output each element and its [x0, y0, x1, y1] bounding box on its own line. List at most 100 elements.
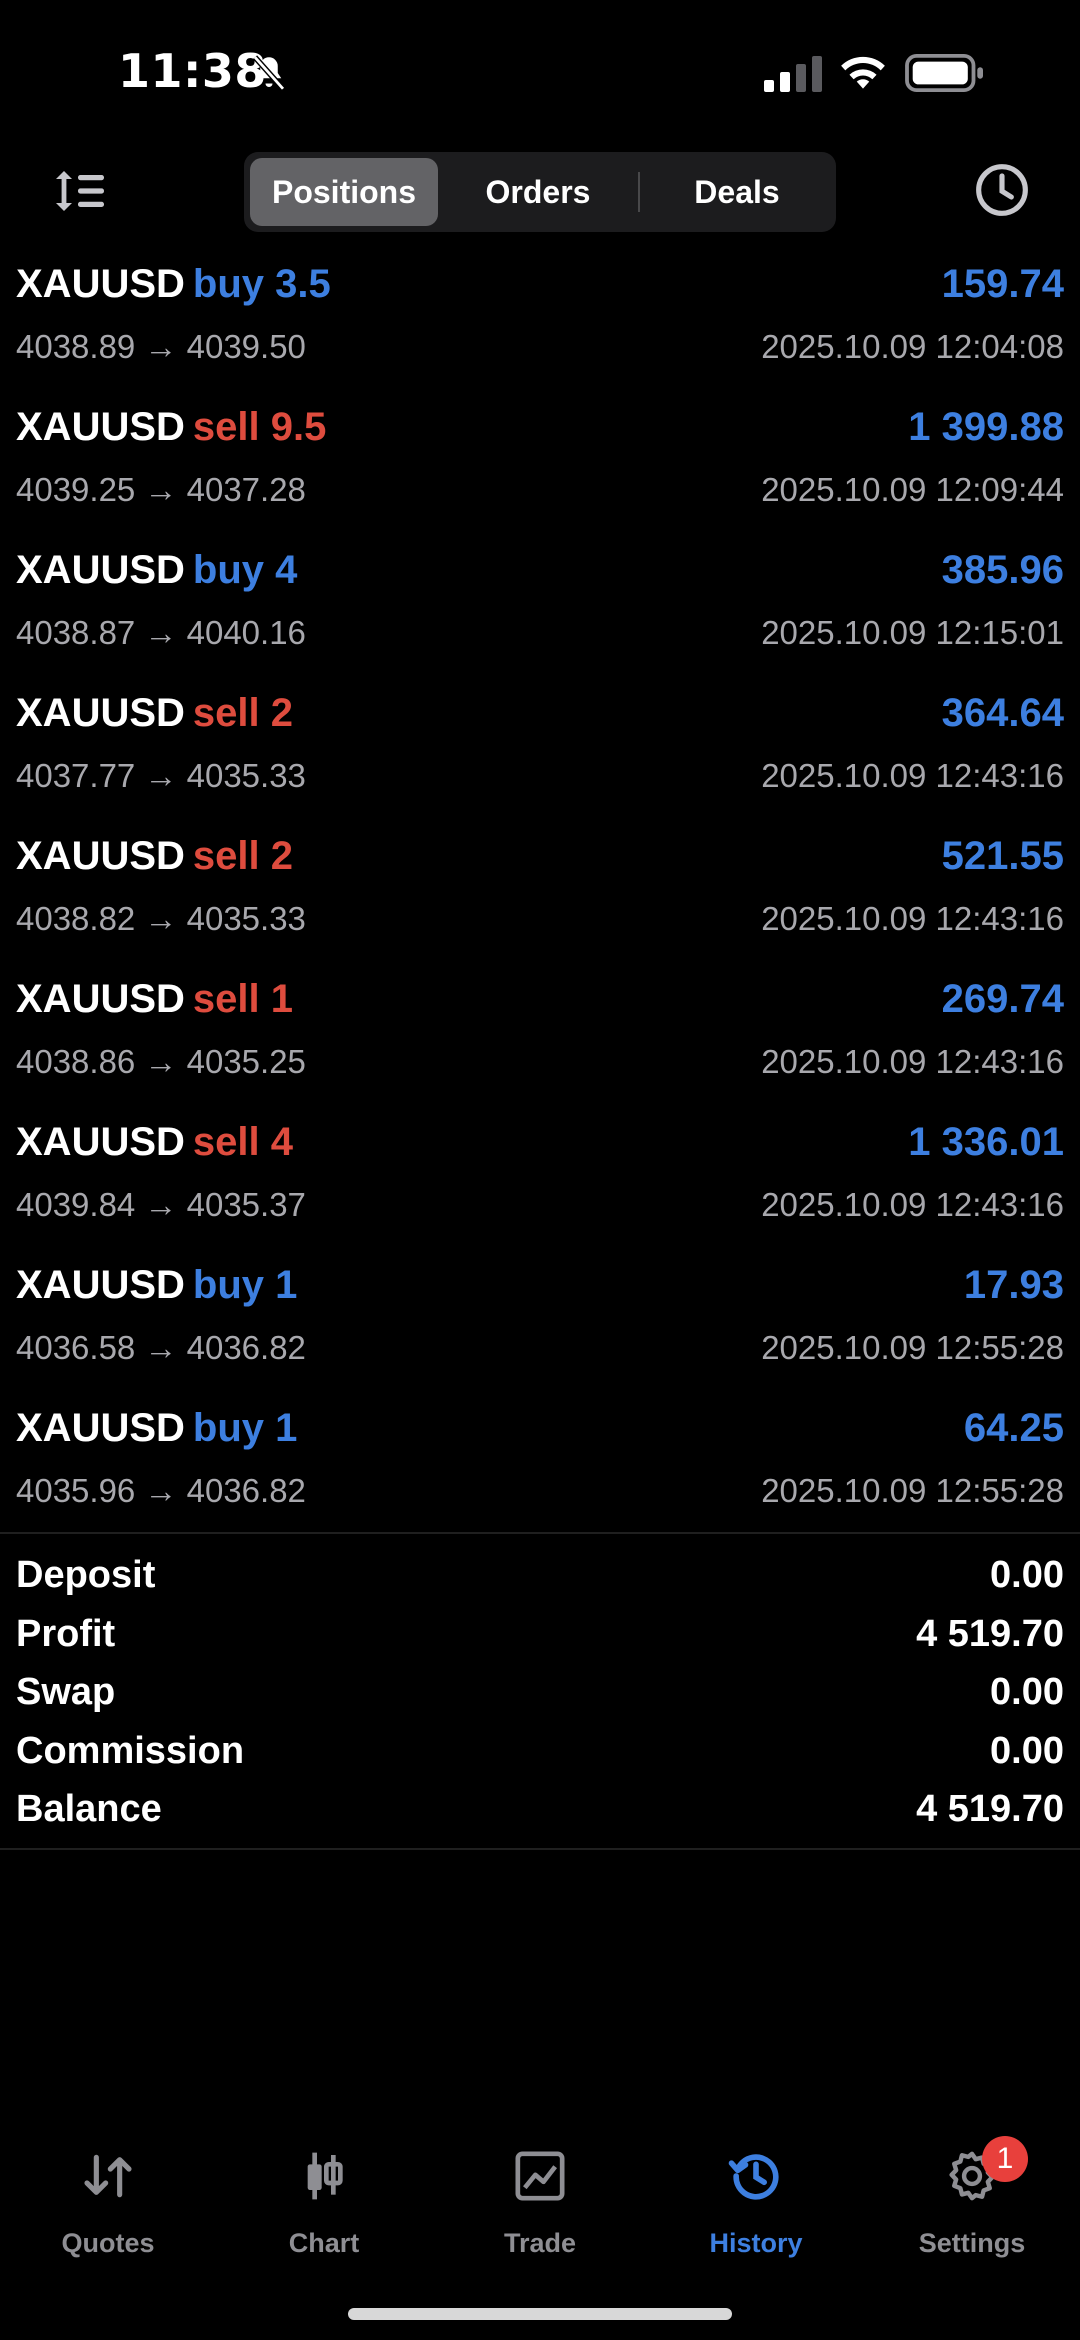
- deal-side: sell 2: [192, 834, 293, 878]
- summary-value: 0.00: [990, 1729, 1064, 1772]
- deal-side: buy 1: [192, 1263, 298, 1307]
- tab-bar: Quotes Chart Trade History 1 Settings: [0, 2136, 1080, 2260]
- segment-divider: [638, 172, 640, 212]
- deal-symbol: XAUUSD: [16, 1120, 185, 1164]
- settings-badge: 1: [982, 2136, 1028, 2182]
- deal-side: sell 4: [192, 1120, 293, 1164]
- deal-profit: 17.93: [963, 1263, 1064, 1307]
- deal-profit: 269.74: [941, 977, 1064, 1021]
- deal-profit: 159.74: [941, 262, 1064, 306]
- summary-row-deposit: Deposit 0.00: [0, 1550, 1080, 1609]
- deal-side: buy 3.5: [192, 262, 331, 306]
- list-item[interactable]: XAUUSD sell 2 364.64 4037.77 → 4035.33 20…: [0, 681, 1080, 824]
- summary-value: 4 519.70: [916, 1788, 1064, 1830]
- tabbar-chart-label: Chart: [288, 2228, 360, 2258]
- deal-prices: 4036.58 → 4036.82: [16, 1329, 306, 1366]
- tabbar-quotes-label: Quotes: [61, 2228, 155, 2258]
- deal-profit: 1 336.01: [908, 1120, 1064, 1164]
- list-item[interactable]: XAUUSD buy 1 64.25 4035.96 → 4036.82 2025…: [0, 1396, 1080, 1539]
- summary-label: Swap: [16, 1671, 116, 1713]
- deal-prices: 4039.84 → 4035.37: [16, 1186, 306, 1223]
- bell-muted-icon: [252, 55, 286, 91]
- list-item[interactable]: XAUUSD sell 2 521.55 4038.82 → 4035.33 20…: [0, 824, 1080, 967]
- deal-list: XAUUSD buy 3.5 159.74 4038.89 → 4039.50 2…: [0, 252, 1080, 1539]
- tabbar-chart[interactable]: Chart: [216, 2140, 432, 2260]
- summary-label: Deposit: [16, 1554, 156, 1596]
- summary-row-balance: Balance 4 519.70: [0, 1784, 1080, 1843]
- summary: Deposit 0.00 Profit 4 519.70 Swap 0.00 C…: [0, 1550, 1080, 1843]
- deal-side: sell 1: [192, 977, 293, 1021]
- quotes-icon: [84, 2154, 132, 2198]
- deal-symbol: XAUUSD: [16, 1263, 185, 1307]
- deal-side: sell 2: [192, 691, 293, 735]
- history-icon: [728, 2154, 779, 2200]
- trade-icon: [515, 2151, 565, 2201]
- summary-top-divider: [0, 1532, 1080, 1534]
- summary-label: Balance: [16, 1788, 162, 1830]
- deal-time: 2025.10.09 12:43:16: [761, 1043, 1064, 1080]
- deal-time: 2025.10.09 12:43:16: [761, 900, 1064, 937]
- deal-prices: 4035.96 → 4036.82: [16, 1472, 306, 1509]
- status-bar: 11:38: [0, 0, 1080, 140]
- tabbar-settings[interactable]: 1 Settings: [864, 2136, 1080, 2260]
- status-time: 11:38: [118, 44, 267, 98]
- deal-time: 2025.10.09 12:55:28: [761, 1329, 1064, 1366]
- deal-side: sell 9.5: [192, 405, 327, 449]
- deal-side: buy 1: [192, 1406, 298, 1450]
- summary-value: 4 519.70: [916, 1612, 1064, 1655]
- tabbar-history-label: History: [709, 2228, 803, 2258]
- summary-row-commission: Commission 0.00: [0, 1726, 1080, 1785]
- deal-symbol: XAUUSD: [16, 262, 185, 306]
- clock-icon[interactable]: [974, 162, 1030, 218]
- toolbar: Positions Orders Deals: [0, 150, 1080, 236]
- deal-time: 2025.10.09 12:55:28: [761, 1472, 1064, 1509]
- deal-profit: 385.96: [941, 548, 1064, 592]
- chart-icon: [307, 2152, 343, 2200]
- deal-symbol: XAUUSD: [16, 977, 185, 1021]
- deal-symbol: XAUUSD: [16, 548, 185, 592]
- deal-prices: 4038.86 → 4035.25: [16, 1043, 306, 1080]
- tabbar-history[interactable]: History: [648, 2140, 864, 2260]
- battery-icon: [905, 54, 983, 92]
- deal-prices: 4039.25 → 4037.28: [16, 471, 306, 508]
- deal-prices: 4038.87 → 4040.16: [16, 614, 306, 651]
- home-indicator: [348, 2308, 732, 2320]
- list-item[interactable]: XAUUSD buy 3.5 159.74 4038.89 → 4039.50 2…: [0, 252, 1080, 395]
- deal-side: buy 4: [192, 548, 298, 592]
- deal-time: 2025.10.09 12:04:08: [761, 328, 1064, 365]
- summary-label: Profit: [16, 1612, 116, 1655]
- wifi-icon: [841, 56, 885, 89]
- tab-positions[interactable]: Positions: [250, 158, 438, 226]
- deal-profit: 364.64: [941, 691, 1064, 735]
- deal-time: 2025.10.09 12:43:16: [761, 1186, 1064, 1223]
- tab-deals[interactable]: Deals: [644, 158, 830, 226]
- deal-symbol: XAUUSD: [16, 405, 185, 449]
- deal-time: 2025.10.09 12:15:01: [761, 614, 1064, 651]
- deal-time: 2025.10.09 12:43:16: [761, 757, 1064, 794]
- deal-symbol: XAUUSD: [16, 834, 185, 878]
- deal-symbol: XAUUSD: [16, 1406, 185, 1450]
- list-item[interactable]: XAUUSD buy 4 385.96 4038.87 → 4040.16 202…: [0, 538, 1080, 681]
- list-item[interactable]: XAUUSD buy 1 17.93 4036.58 → 4036.82 2025…: [0, 1253, 1080, 1396]
- tabbar-quotes[interactable]: Quotes: [0, 2140, 216, 2260]
- summary-row-profit: Profit 4 519.70: [0, 1609, 1080, 1668]
- summary-value: 0.00: [990, 1554, 1064, 1596]
- signal-icon: [764, 56, 822, 92]
- deal-symbol: XAUUSD: [16, 691, 185, 735]
- segmented-control: Positions Orders Deals: [244, 152, 836, 232]
- summary-label: Commission: [16, 1729, 245, 1772]
- deal-prices: 4038.89 → 4039.50: [16, 328, 306, 365]
- tabbar-settings-label: Settings: [918, 2228, 1026, 2258]
- summary-value: 0.00: [990, 1671, 1064, 1713]
- deal-profit: 521.55: [941, 834, 1064, 878]
- list-item[interactable]: XAUUSD sell 9.5 1 399.88 4039.25 → 4037.2…: [0, 395, 1080, 538]
- deal-prices: 4038.82 → 4035.33: [16, 900, 306, 937]
- sort-icon[interactable]: [52, 166, 108, 216]
- deal-profit: 1 399.88: [908, 405, 1064, 449]
- list-item[interactable]: XAUUSD sell 1 269.74 4038.86 → 4035.25 20…: [0, 967, 1080, 1110]
- list-item[interactable]: XAUUSD sell 4 1 336.01 4039.84 → 4035.37 …: [0, 1110, 1080, 1253]
- tab-orders[interactable]: Orders: [444, 158, 632, 226]
- summary-bottom-divider: [0, 1848, 1080, 1850]
- tabbar-trade[interactable]: Trade: [432, 2140, 648, 2260]
- deal-time: 2025.10.09 12:09:44: [761, 471, 1064, 508]
